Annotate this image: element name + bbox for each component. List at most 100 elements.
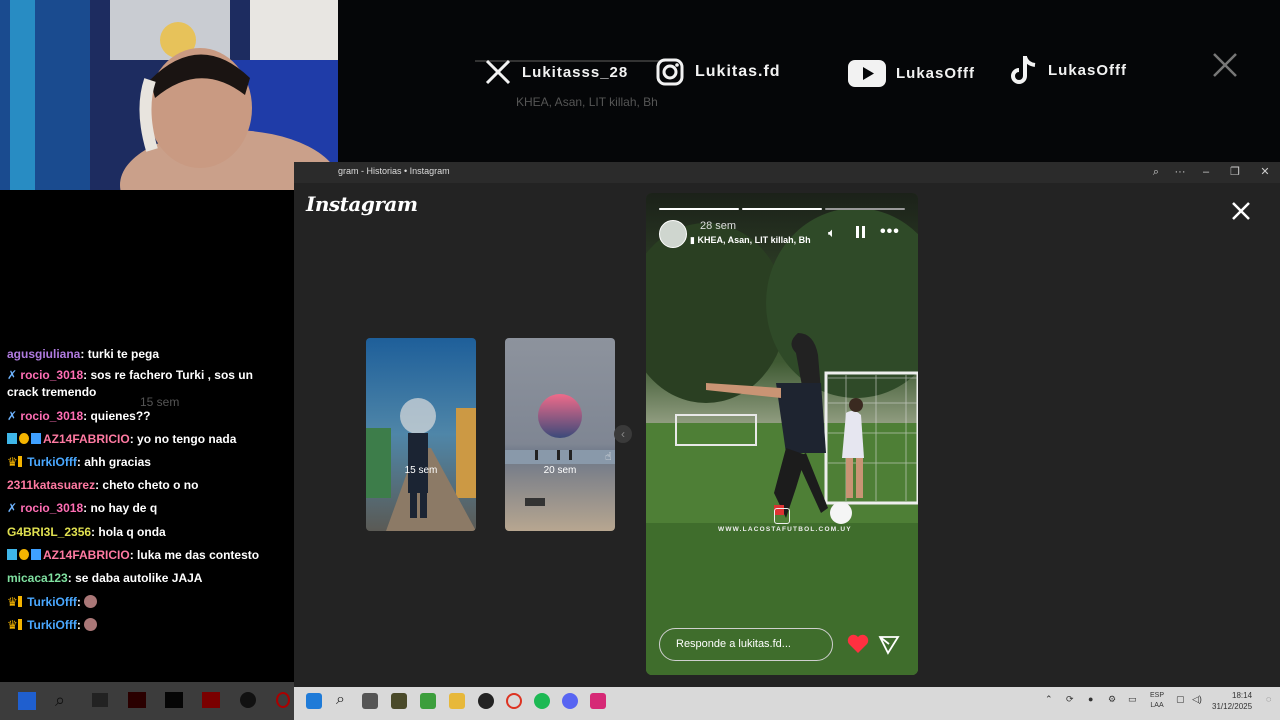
tiktok-handle: LukasOfff: [1048, 61, 1128, 79]
minecraft-icon[interactable]: [420, 693, 436, 709]
app-icon[interactable]: [240, 692, 256, 708]
sword-badge-icon: ✗: [7, 368, 18, 382]
story-music: ▮ KHEA, Asan, LIT killah, Bh: [690, 235, 811, 246]
chat-username: TurkiOfff: [27, 595, 77, 609]
spotify-icon[interactable]: [534, 693, 550, 709]
story-thumbnail[interactable]: 15 sem: [366, 338, 476, 531]
badge-icon: [19, 433, 29, 444]
notifications-icon[interactable]: ◌: [1266, 694, 1271, 704]
app-icon[interactable]: [165, 692, 183, 708]
minimize-button[interactable]: –: [1196, 164, 1216, 180]
sword-badge-icon: ✗: [7, 409, 18, 423]
network-icon[interactable]: ▢: [1176, 694, 1185, 705]
story-music-text: KHEA, Asan, LIT killah, Bh: [697, 235, 811, 245]
badge-icon: [19, 549, 29, 560]
chat-text: quienes??: [90, 409, 151, 423]
chat-username: AZ14FABRICIO: [43, 432, 130, 446]
taskview-icon[interactable]: [362, 693, 378, 709]
story-more-icon[interactable]: •••: [880, 223, 900, 241]
badge-icon: [7, 433, 17, 444]
story-progress-segment: [825, 208, 905, 210]
crown-badge-icon: ♛: [7, 618, 18, 632]
mouse-cursor-icon: ☝︎: [605, 451, 612, 463]
volume-tray-icon[interactable]: ◁): [1192, 694, 1202, 705]
app-icon[interactable]: [128, 692, 146, 708]
chat-message: 2311katasuarez: cheto cheto o no: [7, 478, 199, 492]
search-icon[interactable]: ⌕: [336, 691, 345, 709]
chat-message: AZ14FABRICIO: yo no tengo nada: [7, 431, 279, 448]
instagram-logo[interactable]: Instagram: [306, 192, 418, 216]
share-icon[interactable]: [878, 635, 900, 660]
chat-message: ♛ TurkiOfff:: [7, 617, 279, 634]
story-avatar[interactable]: [659, 220, 687, 248]
chat-username: AZ14FABRICIO: [43, 548, 130, 562]
maximize-button[interactable]: ❐: [1225, 164, 1245, 180]
chat-username: G4BRI3L_2356: [7, 525, 92, 539]
chat-text: luka me das contesto: [137, 548, 260, 562]
emote-icon: [84, 618, 98, 631]
discord-icon[interactable]: [562, 693, 578, 709]
story-progress-segment: [742, 208, 822, 210]
previous-story-button[interactable]: ‹: [614, 425, 632, 443]
chevron-up-icon[interactable]: ⌃: [1045, 694, 1053, 705]
chat-message: ♛ TurkiOfff: ahh gracias: [7, 455, 151, 469]
chat-text: ahh gracias: [84, 455, 151, 469]
badge-icon: [31, 549, 41, 560]
webcam-image: [0, 0, 338, 190]
volume-icon[interactable]: 🔈︎: [828, 225, 836, 241]
opera-icon[interactable]: [276, 692, 290, 708]
chat-username: rocio_3018: [20, 368, 84, 382]
story-thumbnail[interactable]: 20 sem: [505, 338, 615, 531]
club-crest-icon: [774, 508, 790, 524]
sword-badge-icon: ✗: [7, 501, 18, 515]
windows-start-icon[interactable]: [306, 693, 322, 709]
badge-icon: [31, 433, 41, 444]
settings-icon[interactable]: ⚙︎: [1108, 694, 1116, 705]
social-x: Lukitasss_28: [484, 58, 628, 86]
window-close-button[interactable]: ✕: [1255, 164, 1275, 180]
zoom-icon[interactable]: ⌕: [1146, 164, 1166, 180]
chat-message: ♛ TurkiOfff:: [7, 594, 279, 611]
heart-icon[interactable]: [847, 634, 869, 659]
chat-text: hola q onda: [98, 525, 166, 539]
story-viewer[interactable]: [646, 193, 918, 675]
music-bars-icon: ▮: [690, 235, 695, 245]
tiktok-icon: [1011, 56, 1036, 84]
app-icon[interactable]: [478, 693, 494, 709]
story-watermark: WWW.LACOSTAFUTBOL.COM.UY: [718, 526, 852, 533]
folder-icon[interactable]: [449, 693, 465, 709]
mic-icon[interactable]: ●: [1088, 694, 1093, 704]
instagram-icon[interactable]: [590, 693, 606, 709]
story-thumbnail-image: [505, 338, 615, 531]
clock-time: 18:14: [1232, 691, 1253, 700]
crown-badge-icon: ♛: [7, 455, 18, 469]
chat-text: cheto cheto o no: [102, 478, 199, 492]
pause-icon[interactable]: [856, 225, 866, 244]
social-youtube: LukasOfff: [848, 60, 975, 87]
social-tiktok: LukasOfff: [1010, 54, 1127, 86]
story-progress-segment: [659, 208, 739, 210]
chat-username: TurkiOfff: [27, 618, 77, 632]
taskview-icon[interactable]: [92, 693, 108, 707]
chat-username: rocio_3018: [20, 501, 84, 515]
search-icon[interactable]: ⌕: [55, 690, 65, 711]
sync-icon[interactable]: ⟳: [1066, 694, 1074, 705]
story-close-icon[interactable]: [1230, 200, 1252, 222]
chat-message: ✗ rocio_3018: sos re fachero Turki , sos…: [7, 368, 253, 399]
app-icon[interactable]: [202, 692, 220, 708]
story-age: 28 sem: [700, 220, 737, 232]
keyboard-icon[interactable]: ▭: [1128, 694, 1137, 705]
banner-close-icon: [1213, 53, 1237, 77]
windows-start-icon[interactable]: [18, 692, 36, 710]
x-handle: Lukitasss_28: [522, 63, 629, 81]
story-reply-input[interactable]: Responde a lukitas.fd...: [659, 628, 833, 661]
opera-icon[interactable]: [506, 693, 522, 709]
clock[interactable]: 18:14 31/12/2025: [1212, 690, 1252, 712]
emote-icon: [84, 595, 98, 608]
more-icon[interactable]: ···: [1170, 164, 1190, 180]
language-indicator[interactable]: ESP LAA: [1150, 691, 1164, 711]
chat-message: agusgiuliana: turki te pega: [7, 347, 160, 361]
chat-username: micaca123: [7, 571, 68, 585]
app-icon[interactable]: [391, 693, 407, 709]
chat-message: micaca123: se daba autolike JAJA: [7, 571, 203, 585]
